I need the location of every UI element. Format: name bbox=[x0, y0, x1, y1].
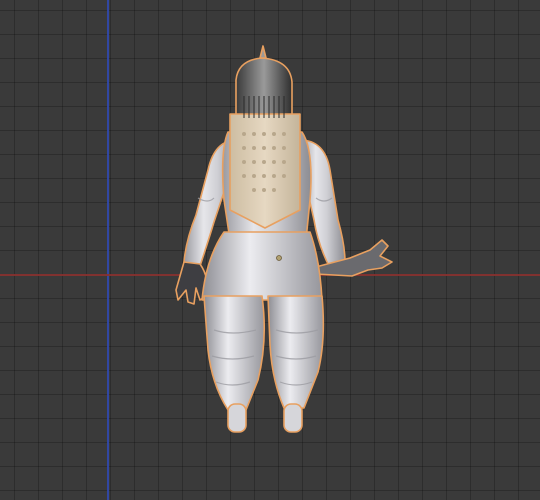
pants-waist bbox=[201, 231, 323, 301]
left-boot bbox=[227, 403, 247, 433]
left-leg bbox=[203, 295, 266, 411]
3d-viewport[interactable] bbox=[0, 0, 540, 500]
belt-button bbox=[276, 255, 282, 261]
helmet-antenna bbox=[259, 45, 267, 59]
character-model[interactable] bbox=[0, 0, 540, 500]
right-leg bbox=[267, 295, 325, 409]
backpack bbox=[229, 113, 301, 229]
right-boot bbox=[283, 403, 303, 433]
